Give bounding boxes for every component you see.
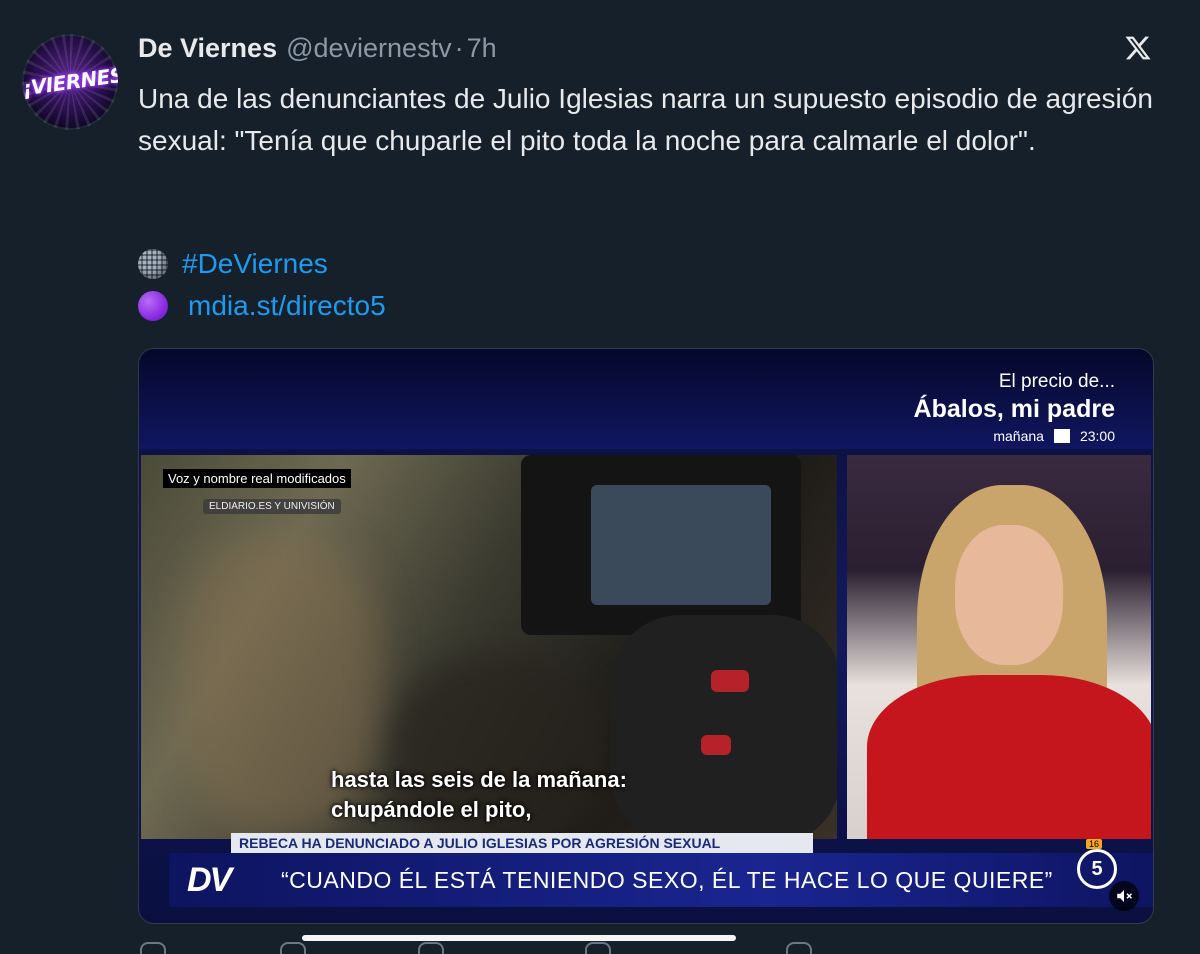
- url-line: mdia.st/directo5: [138, 290, 386, 322]
- author-name[interactable]: De Viernes: [138, 33, 277, 64]
- camera-screen: [591, 485, 771, 605]
- hashtag-line: #DeViernes: [138, 248, 328, 280]
- promo-schedule: mañana 23:00: [914, 428, 1115, 444]
- subtitles: hasta las seis de la mañana: chupándole …: [141, 765, 837, 825]
- views-icon[interactable]: [585, 942, 611, 954]
- tweet-text: Una de las denunciantes de Julio Iglesia…: [138, 83, 1153, 156]
- camera-red-part: [701, 735, 731, 755]
- video-left-panel: Voz y nombre real modificados ELDIARIO.E…: [141, 455, 837, 839]
- tweet-time[interactable]: 7h: [467, 33, 497, 64]
- program-logo: DV: [187, 861, 232, 899]
- like-icon[interactable]: [418, 942, 444, 954]
- source-tag: ELDIARIO.ES Y UNIVISIÓN: [203, 499, 341, 514]
- lower-third-caption: REBECA HA DENUNCIADO A JULIO IGLESIAS PO…: [231, 833, 813, 853]
- promo-line2: Ábalos, mi padre: [913, 395, 1115, 423]
- separator-dot: ·: [454, 32, 464, 63]
- quote-text: “CUANDO ÉL ESTÁ TENIENDO SEXO, ÉL TE HAC…: [281, 867, 1053, 893]
- share-icon[interactable]: [786, 942, 812, 954]
- avatar[interactable]: ¡VIERNES!: [22, 34, 118, 130]
- subtitle-line1: hasta las seis de la mañana:: [331, 767, 627, 792]
- video-player[interactable]: El precio de... Ábalos, mi padre mañana …: [138, 348, 1154, 924]
- presenter-dress: [867, 675, 1151, 839]
- x-logo-icon[interactable]: [1124, 34, 1152, 62]
- home-indicator[interactable]: [302, 935, 736, 941]
- muted-speaker-icon[interactable]: [1109, 881, 1139, 911]
- muted-speaker-glyph: [1117, 890, 1133, 902]
- hashtag-link[interactable]: #DeViernes: [182, 248, 328, 280]
- tweet-header: De Viernes @deviernestv · 7h: [138, 30, 497, 66]
- disco-ball-icon: [138, 249, 168, 279]
- purple-circle-icon: [138, 291, 168, 321]
- promo-block: El precio de... Ábalos, mi padre mañana …: [914, 371, 1115, 444]
- url-link[interactable]: mdia.st/directo5: [188, 290, 386, 322]
- voice-modified-tag: Voz y nombre real modificados: [163, 469, 351, 488]
- square-icon: [1053, 429, 1070, 443]
- channel-logo: 5: [1077, 849, 1117, 889]
- subtitle-line2: chupándole el pito,: [331, 797, 532, 822]
- promo-time: 23:00: [1079, 428, 1115, 444]
- reply-icon[interactable]: [140, 942, 166, 954]
- camera-red-part: [711, 670, 749, 692]
- retweet-icon[interactable]: [280, 942, 306, 954]
- video-right-panel: [847, 455, 1151, 839]
- quote-bar: DV “CUANDO ÉL ESTÁ TENIENDO SEXO, ÉL TE …: [169, 853, 1153, 907]
- promo-line1: El precio de...: [998, 371, 1115, 392]
- promo-day: mañana: [993, 428, 1044, 444]
- author-handle[interactable]: @deviernestv: [286, 33, 451, 64]
- presenter-face: [955, 525, 1063, 665]
- rating-badge: 16: [1086, 839, 1103, 849]
